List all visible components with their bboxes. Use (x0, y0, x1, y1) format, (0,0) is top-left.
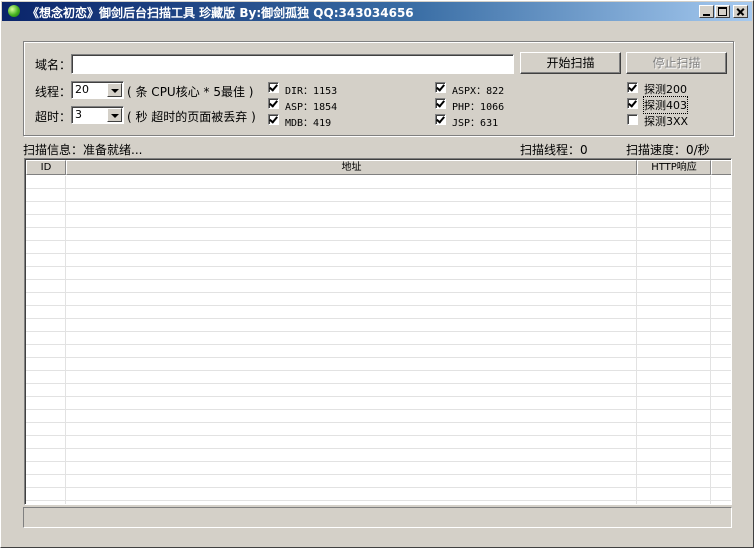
scan-speed-text: 扫描速度：0/秒 (626, 143, 710, 157)
dir-checkbox[interactable] (268, 82, 279, 93)
column-header-http-response[interactable]: HTTP响应 (637, 160, 711, 175)
php-checkbox[interactable] (435, 98, 446, 109)
column-divider (65, 176, 66, 504)
start-scan-button[interactable]: 开始扫描 (520, 52, 621, 74)
domain-input-frame (71, 54, 514, 74)
column-divider (636, 176, 637, 504)
asp-label: ASP：1854 (285, 102, 338, 113)
scan-info-text: 扫描信息：准备就绪... (23, 143, 143, 157)
app-orb-icon (8, 5, 20, 17)
dir-label: DIR：1153 (285, 86, 338, 97)
probe-3xx-label: 探测3XX (644, 115, 689, 128)
main-window: 《想念初恋》御剑后台扫描工具 珍藏版 By:御剑孤独 QQ:343034656 … (0, 0, 754, 548)
column-divider (710, 176, 711, 504)
timeout-label: 超时： (35, 110, 72, 124)
column-header-filler (711, 160, 731, 175)
jsp-label: JSP：631 (452, 118, 499, 129)
php-label: PHP：1066 (452, 102, 505, 113)
maximize-button[interactable] (715, 5, 730, 18)
table-header: ID 地址 HTTP响应 (26, 160, 731, 175)
status-bar (23, 507, 732, 528)
asp-checkbox[interactable] (268, 98, 279, 109)
probe-3xx-checkbox[interactable] (627, 114, 638, 125)
scan-threads-text: 扫描线程：0 (520, 143, 588, 157)
aspx-checkbox[interactable] (435, 82, 446, 93)
probe-403-checkbox[interactable] (627, 98, 638, 109)
close-button[interactable] (733, 5, 748, 18)
maximize-icon (718, 7, 727, 16)
probe-200-checkbox[interactable] (627, 82, 638, 93)
chevron-down-icon[interactable] (107, 83, 122, 97)
minimize-button[interactable] (699, 5, 714, 18)
results-table[interactable]: ID 地址 HTTP响应 (24, 158, 732, 505)
aspx-label: ASPX：822 (452, 86, 505, 97)
timeout-hint: ( 秒 超时的页面被丢弃 ) (127, 110, 256, 124)
probe-200-label: 探测200 (644, 83, 687, 96)
mdb-checkbox[interactable] (268, 114, 279, 125)
timeout-combo[interactable]: 3 (71, 106, 124, 124)
chevron-down-icon[interactable] (107, 108, 122, 122)
mdb-label: MDB：419 (285, 118, 332, 129)
column-header-id[interactable]: ID (26, 160, 66, 175)
window-title: 《想念初恋》御剑后台扫描工具 珍藏版 By:御剑孤独 QQ:343034656 (27, 6, 414, 20)
minimize-icon (703, 14, 710, 16)
title-bar[interactable]: 《想念初恋》御剑后台扫描工具 珍藏版 By:御剑孤独 QQ:343034656 (2, 2, 752, 21)
domain-input[interactable] (72, 55, 513, 73)
threads-value: 20 (75, 83, 89, 96)
threads-combo[interactable]: 20 (71, 81, 124, 99)
threads-label: 线程： (35, 85, 72, 99)
timeout-value: 3 (75, 108, 82, 121)
stop-scan-button[interactable]: 停止扫描 (626, 52, 727, 74)
threads-hint: ( 条 CPU核心 * 5最佳 ) (127, 85, 254, 99)
column-header-address[interactable]: 地址 (66, 160, 637, 175)
jsp-checkbox[interactable] (435, 114, 446, 125)
table-body[interactable] (26, 176, 731, 504)
domain-label: 域名： (35, 58, 72, 72)
probe-403-label: 探测403 (643, 96, 688, 114)
